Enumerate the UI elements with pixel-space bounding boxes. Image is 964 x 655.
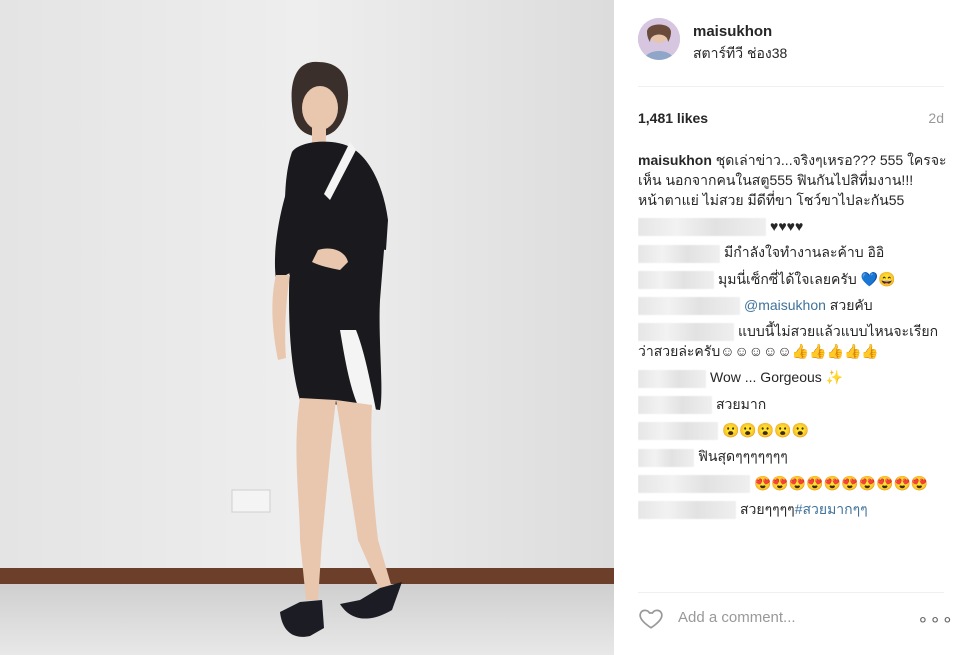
- more-options-icon[interactable]: ∘∘∘: [917, 609, 954, 630]
- comment-text: สวยมาก: [716, 395, 767, 412]
- photo-illustration: [0, 0, 614, 655]
- comment-text: ฟินสุดๆๆๆๆๆๆๆ: [698, 448, 788, 465]
- likes-count[interactable]: 1,481 likes: [638, 110, 708, 126]
- comments-list: maisukhon ชุดเล่าข่าว...จริงๆเหรอ??? 555…: [638, 150, 950, 580]
- comment-item: ♥♥♥♥: [638, 216, 950, 237]
- blurred-username[interactable]: [638, 244, 720, 263]
- blurred-username[interactable]: [638, 422, 718, 441]
- heart-outline-icon[interactable]: [638, 605, 664, 631]
- post-username[interactable]: maisukhon: [693, 23, 772, 40]
- caption-username[interactable]: maisukhon: [638, 152, 712, 168]
- add-comment-input[interactable]: Add a comment...: [678, 609, 796, 626]
- comment-item: สวยๆๆๆๆ#สวยมากๆๆ: [638, 499, 950, 520]
- comment-item: @maisukhon สวยคับ: [638, 295, 950, 316]
- blurred-username[interactable]: [638, 270, 714, 289]
- avatar[interactable]: [638, 18, 680, 60]
- comment-text: ♥♥♥♥: [770, 218, 804, 234]
- comment-item: สวยมาก: [638, 394, 950, 415]
- blurred-username[interactable]: [638, 474, 750, 493]
- blurred-username[interactable]: [638, 369, 706, 388]
- comment-text: สวยคับ: [825, 296, 873, 313]
- comment-item: 😮😮😮😮😮: [638, 420, 950, 441]
- comment-item: มุมนี่เซ็กซี่ได้ใจเลยครับ 💙😄: [638, 269, 950, 289]
- post-caption: maisukhon ชุดเล่าข่าว...จริงๆเหรอ??? 555…: [638, 150, 950, 210]
- blurred-username[interactable]: [638, 323, 734, 342]
- blurred-username[interactable]: [638, 448, 694, 467]
- avatar-image: [638, 18, 680, 60]
- comment-item: มีกำลังใจทำงานละค้าบ อิอิ: [638, 242, 950, 263]
- comment-item: 😍😍😍😍😍😍😍😍😍😍: [638, 473, 950, 493]
- comment-text: 😮😮😮😮😮: [722, 422, 810, 439]
- comment-item: Wow ... Gorgeous ✨: [638, 367, 950, 388]
- blurred-username[interactable]: [638, 297, 740, 316]
- comment-text: สวยๆๆๆๆ: [740, 500, 795, 517]
- post-photo[interactable]: [0, 0, 614, 655]
- comment-hashtag[interactable]: #สวยมากๆๆ: [795, 501, 868, 517]
- blurred-username[interactable]: [638, 396, 712, 415]
- comment-mention[interactable]: @maisukhon: [744, 297, 826, 313]
- comment-text: 😍😍😍😍😍😍😍😍😍😍: [754, 474, 929, 491]
- blurred-username[interactable]: [638, 218, 766, 237]
- comment-item: ฟินสุดๆๆๆๆๆๆๆ: [638, 446, 950, 467]
- divider: [638, 86, 944, 87]
- comment-text: Wow ... Gorgeous ✨: [710, 369, 844, 386]
- post-header: maisukhon สตาร์ทีวี ช่อง38: [638, 18, 944, 68]
- comment-item: แบบนี้ไม่สวยแล้วแบบไหนจะเรียกว่าสวยล่ะคร…: [638, 321, 950, 361]
- divider: [638, 592, 944, 593]
- post-location[interactable]: สตาร์ทีวี ช่อง38: [693, 43, 787, 65]
- blurred-username[interactable]: [638, 501, 736, 520]
- post-sidebar: maisukhon สตาร์ทีวี ช่อง38 1,481 likes 2…: [614, 0, 964, 655]
- comment-text: มุมนี่เซ็กซี่ได้ใจเลยครับ 💙😄: [718, 270, 896, 287]
- post-time-ago[interactable]: 2d: [928, 110, 944, 126]
- comment-text: มีกำลังใจทำงานละค้าบ อิอิ: [724, 244, 885, 261]
